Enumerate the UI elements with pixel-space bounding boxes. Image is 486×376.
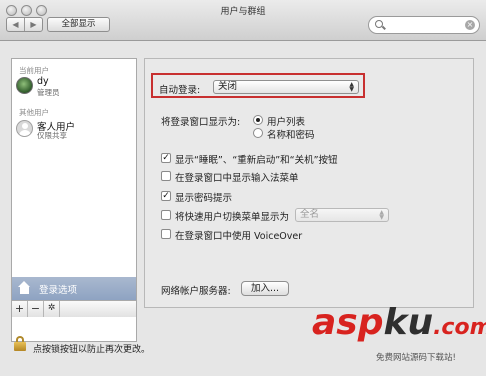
radio-user-list[interactable] — [253, 115, 263, 125]
guest-avatar-icon — [16, 120, 33, 137]
watermark-part2: ku — [383, 302, 434, 343]
avatar — [16, 77, 33, 94]
user-role: 管理员 — [37, 88, 60, 97]
lock-icon[interactable] — [14, 336, 26, 352]
user-role: 仅限共享 — [37, 131, 67, 140]
user-row-guest[interactable]: 客人用户 仅限共享 — [16, 118, 134, 140]
gear-icon[interactable]: ✲ — [44, 301, 60, 317]
auto-login-select[interactable]: 关闭 ▲ ▼ — [213, 80, 359, 94]
checkbox-fast-user-switch[interactable] — [161, 210, 171, 220]
checkbox-password-hints-label: 显示密码提示 — [175, 193, 233, 204]
watermark-part3: .com — [433, 315, 486, 340]
forward-arrow-icon[interactable]: ▶ — [24, 18, 42, 31]
fast-user-switch-value: 全名 — [300, 209, 320, 220]
checkbox-voiceover-label: 在登录窗口中使用 VoiceOver — [175, 231, 303, 242]
remove-user-button[interactable]: − — [28, 301, 44, 317]
search-input[interactable]: × — [368, 16, 480, 34]
checkbox-show-buttons-label: 显示“睡眠”、“重新启动”和“关机”按钮 — [175, 155, 338, 166]
search-icon — [375, 20, 383, 28]
user-name: dy — [37, 76, 49, 87]
add-user-button[interactable]: + — [12, 301, 28, 317]
display-login-as-label: 将登录窗口显示为: — [161, 117, 241, 128]
sidebar-button-bar: + − ✲ — [12, 300, 136, 317]
login-options-item[interactable]: 登录选项 — [12, 277, 136, 300]
radio-name-password-label: 名称和密码 — [267, 130, 315, 141]
chevron-updown-icon: ▲ ▼ — [349, 81, 354, 93]
checkbox-show-buttons[interactable]: ✓ — [161, 153, 171, 163]
user-row-dy[interactable]: dy 管理员 — [16, 75, 134, 97]
checkbox-fast-user-switch-label: 将快速用户切换菜单显示为 — [175, 212, 290, 223]
window-toolbar: 用户与群组 ◀ ▶ 全部显示 × — [0, 0, 486, 41]
login-options-panel: 自动登录: 关闭 ▲ ▼ 将登录窗口显示为: 用户列表 名称和密码 ✓ 显示“睡眠… — [144, 58, 474, 308]
radio-name-password[interactable] — [253, 128, 263, 138]
watermark-subtitle: 免费网站源码下载站! — [376, 353, 456, 363]
nav-button-group: ◀ ▶ — [6, 17, 43, 32]
auto-login-label: 自动登录: — [159, 85, 201, 96]
checkbox-input-menu[interactable] — [161, 171, 171, 181]
fast-user-switch-select: 全名 ▲ ▼ — [295, 208, 389, 222]
checkbox-password-hints[interactable]: ✓ — [161, 191, 171, 201]
checkbox-voiceover[interactable] — [161, 229, 171, 239]
clear-search-icon[interactable]: × — [465, 20, 475, 30]
site-watermark: aspku.com 免费网站源码下载站! — [312, 302, 486, 364]
show-all-button[interactable]: 全部显示 — [47, 17, 110, 32]
network-server-label: 网络帐户服务器: — [161, 286, 231, 297]
back-arrow-icon[interactable]: ◀ — [7, 18, 24, 31]
join-button[interactable]: 加入... — [241, 281, 289, 296]
users-sidebar: 当前用户 dy 管理员 其他用户 客人用户 仅限共享 登录选项 + − ✲ — [11, 58, 137, 342]
house-icon — [18, 281, 31, 294]
watermark-part1: asp — [312, 302, 384, 343]
lock-message: 点按锁按钮以防止再次更改。 — [33, 345, 151, 355]
login-options-label: 登录选项 — [39, 285, 78, 296]
radio-user-list-label: 用户列表 — [267, 117, 306, 128]
other-users-header: 其他用户 — [19, 108, 49, 117]
auto-login-value: 关闭 — [218, 81, 238, 92]
chevron-updown-icon: ▲ ▼ — [379, 209, 384, 221]
checkbox-input-menu-label: 在登录窗口中显示输入法菜单 — [175, 173, 299, 184]
